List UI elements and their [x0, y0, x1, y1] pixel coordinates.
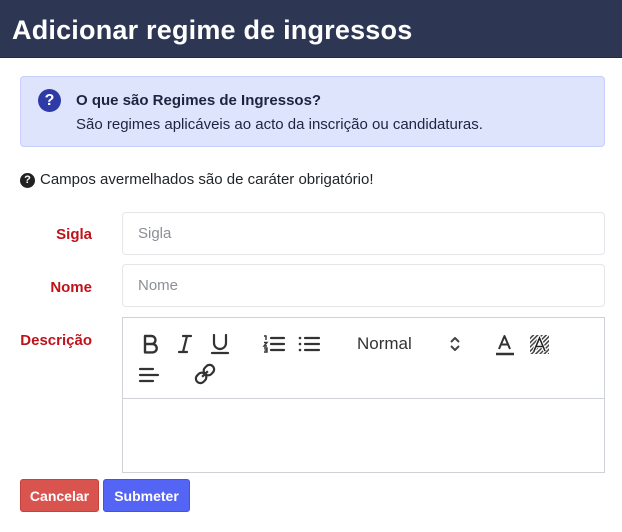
- descricao-label: Descrição: [20, 332, 92, 349]
- descricao-rich-text-editor: Normal: [122, 317, 605, 473]
- modal-header: Adicionar regime de ingressos: [0, 0, 622, 58]
- text-color-icon[interactable]: [492, 332, 518, 358]
- align-icon[interactable]: [137, 363, 163, 389]
- sigla-label: Sigla: [56, 226, 92, 243]
- question-circle-icon: ?: [38, 89, 61, 112]
- bullet-list-icon[interactable]: [296, 331, 322, 357]
- editor-toolbar: Normal: [123, 318, 604, 399]
- required-note-text: Campos avermelhados são de caráter obrig…: [40, 171, 374, 188]
- info-text: São regimes aplicáveis ao acto da inscri…: [76, 116, 483, 133]
- nome-label: Nome: [50, 279, 92, 296]
- ordered-list-icon[interactable]: [261, 331, 287, 357]
- descricao-editor-content[interactable]: [123, 400, 604, 472]
- info-alert: ? O que são Regimes de Ingressos? São re…: [20, 76, 605, 147]
- underline-icon[interactable]: [207, 331, 233, 357]
- cancel-button[interactable]: Cancelar: [20, 479, 99, 512]
- updown-arrows-icon: [450, 337, 460, 351]
- header-format-select[interactable]: Normal: [353, 331, 465, 357]
- background-color-icon[interactable]: [527, 332, 553, 358]
- header-format-value: Normal: [357, 334, 412, 353]
- info-title: O que são Regimes de Ingressos?: [76, 92, 322, 109]
- sigla-input[interactable]: [122, 212, 605, 255]
- submit-button[interactable]: Submeter: [103, 479, 190, 512]
- italic-icon[interactable]: [172, 331, 198, 357]
- nome-input[interactable]: [122, 264, 605, 307]
- required-fields-note: ? Campos avermelhados são de caráter obri…: [20, 171, 374, 188]
- bold-icon[interactable]: [137, 331, 163, 357]
- modal-title: Adicionar regime de ingressos: [12, 15, 413, 45]
- question-circle-icon: ?: [20, 173, 35, 188]
- link-icon[interactable]: [192, 361, 218, 387]
